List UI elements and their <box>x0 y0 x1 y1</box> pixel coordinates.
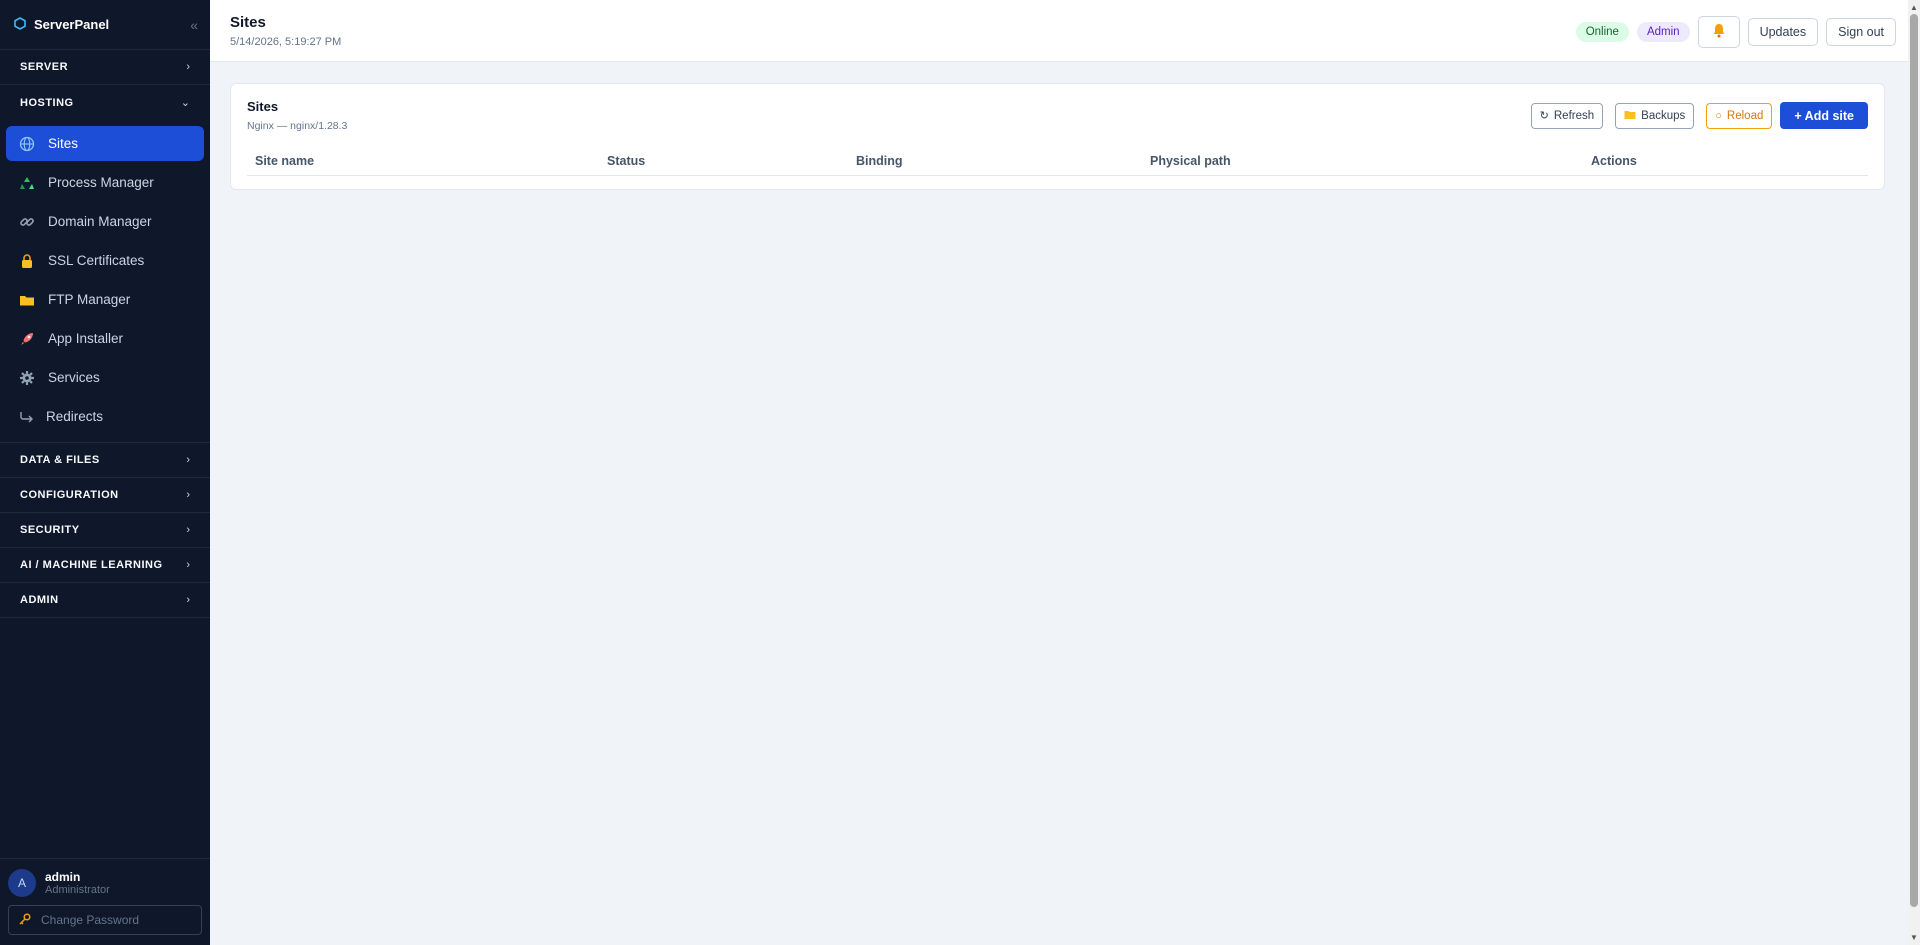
user-meta: admin Administrator <box>45 870 110 896</box>
sites-table-header: Site name Status Binding Physical path A… <box>247 152 1868 176</box>
reload-label: Reload <box>1726 109 1764 122</box>
app-name: ServerPanel <box>34 17 110 32</box>
sidebar-item-ftp-manager[interactable]: FTP Manager <box>6 282 204 317</box>
sidebar-item-domain-manager[interactable]: Domain Manager <box>6 204 204 239</box>
folder-icon <box>1624 109 1636 123</box>
section-label: ADMIN <box>20 594 59 606</box>
user-role: Administrator <box>45 884 110 896</box>
scrollbar-thumb[interactable] <box>1910 14 1918 907</box>
section-label: DATA & FILES <box>20 454 100 466</box>
rocket-icon <box>18 330 36 348</box>
key-icon <box>19 912 31 928</box>
column-header-status[interactable]: Status <box>607 154 645 168</box>
sidebar-item-ssl-certificates[interactable]: SSL Certificates <box>6 243 204 278</box>
chevron-right-icon: › <box>186 489 190 501</box>
card-title: Sites <box>247 99 279 114</box>
top-header: Sites 5/14/2026, 5:19:27 PM Online Admin… <box>210 0 1908 62</box>
add-site-button[interactable]: + Add site <box>1780 102 1868 129</box>
sign-out-button[interactable]: Sign out <box>1826 18 1896 46</box>
section-configuration[interactable]: CONFIGURATION › <box>0 478 210 513</box>
page-title: Sites <box>230 14 266 31</box>
link-icon <box>18 213 36 231</box>
section-server[interactable]: SERVER › <box>0 50 210 85</box>
sidebar-item-process-manager[interactable]: Process Manager <box>6 165 204 200</box>
sidebar-item-label: FTP Manager <box>48 292 131 307</box>
chevron-right-icon: › <box>186 61 190 73</box>
chevron-right-icon: › <box>186 454 190 466</box>
recycle-icon <box>18 174 36 192</box>
sidebar-item-redirects[interactable]: Redirects <box>6 399 204 434</box>
scroll-down-arrow-icon[interactable]: ▼ <box>1910 933 1918 942</box>
sidebar-item-services[interactable]: Services <box>6 360 204 395</box>
sidebar-item-label: Services <box>48 370 100 385</box>
server-version: Nginx — nginx/1.28.3 <box>247 120 348 132</box>
sidebar-item-app-installer[interactable]: App Installer <box>6 321 204 356</box>
gear-icon <box>18 369 36 387</box>
section-ai-machine-learning[interactable]: AI / MACHINE LEARNING › <box>0 548 210 583</box>
refresh-button[interactable]: ↻ Refresh <box>1530 102 1604 129</box>
globe-icon <box>18 135 36 153</box>
chevron-right-icon: › <box>186 524 190 536</box>
section-label: SECURITY <box>20 524 80 536</box>
folder-icon <box>18 291 36 309</box>
change-password-button[interactable]: Change Password <box>8 905 202 935</box>
section-security[interactable]: SECURITY › <box>0 513 210 548</box>
status-badge: Online <box>1575 22 1629 42</box>
sidebar: ServerPanel « SERVER › HOSTING ⌄ Sites P… <box>0 0 210 945</box>
page-scrollbar[interactable]: ▲ ▼ <box>1908 0 1920 945</box>
reload-circle-icon: ○ <box>1715 109 1722 122</box>
change-password-label: Change Password <box>41 913 140 927</box>
section-label: AI / MACHINE LEARNING <box>20 559 163 571</box>
section-label: SERVER <box>20 61 69 73</box>
chevron-right-icon: › <box>186 594 190 606</box>
sidebar-item-label: App Installer <box>48 331 124 346</box>
avatar: A <box>8 869 36 897</box>
refresh-icon: ↻ <box>1539 110 1549 122</box>
column-header-physical-path[interactable]: Physical path <box>1150 154 1231 168</box>
backups-button[interactable]: Backups <box>1615 102 1695 129</box>
role-badge: Admin <box>1636 22 1690 42</box>
timestamp: 5/14/2026, 5:19:27 PM <box>230 36 342 48</box>
user-name: admin <box>45 870 81 884</box>
updates-button[interactable]: Updates <box>1747 18 1819 46</box>
scroll-up-arrow-icon[interactable]: ▲ <box>1910 3 1918 12</box>
reload-button[interactable]: ○ Reload <box>1706 102 1773 129</box>
refresh-label: Refresh <box>1553 109 1595 122</box>
sidebar-item-sites[interactable]: Sites <box>6 126 204 161</box>
column-header-binding[interactable]: Binding <box>856 154 903 168</box>
sidebar-footer: A admin Administrator Change Password <box>0 858 210 945</box>
section-label: HOSTING <box>20 96 74 109</box>
header-actions: Online Admin Updates Sign out <box>1575 16 1896 48</box>
lock-icon <box>18 252 36 270</box>
section-hosting[interactable]: HOSTING ⌄ <box>0 85 210 120</box>
hosting-nav-list: Sites Process Manager Domain Manager SSL… <box>0 120 210 443</box>
chevron-right-icon: › <box>186 559 190 571</box>
section-admin[interactable]: ADMIN › <box>0 583 210 618</box>
section-label: CONFIGURATION <box>20 489 119 501</box>
sidebar-item-label: Redirects <box>46 409 104 424</box>
user-profile: A admin Administrator <box>8 869 202 897</box>
column-header-site-name[interactable]: Site name <box>255 154 314 168</box>
card-actions: ↻ Refresh Backups ○ Reload + Add site <box>1519 102 1868 129</box>
sidebar-item-label: Domain Manager <box>48 214 152 229</box>
sites-card: Sites Nginx — nginx/1.28.3 ↻ Refresh Bac… <box>230 83 1885 190</box>
bell-icon <box>1712 23 1726 41</box>
brand: ServerPanel « <box>0 0 210 50</box>
backups-label: Backups <box>1641 109 1686 122</box>
section-data-files[interactable]: DATA & FILES › <box>0 443 210 478</box>
hexagon-logo-icon <box>14 16 26 33</box>
sidebar-item-label: SSL Certificates <box>48 253 145 268</box>
sidebar-item-label: Sites <box>48 136 79 151</box>
notifications-button[interactable] <box>1697 16 1740 48</box>
chevron-down-icon: ⌄ <box>180 97 190 109</box>
column-header-actions: Actions <box>1591 154 1637 168</box>
redirect-arrow-icon <box>18 408 36 426</box>
sidebar-item-label: Process Manager <box>48 175 154 190</box>
collapse-sidebar-icon[interactable]: « <box>190 17 198 33</box>
